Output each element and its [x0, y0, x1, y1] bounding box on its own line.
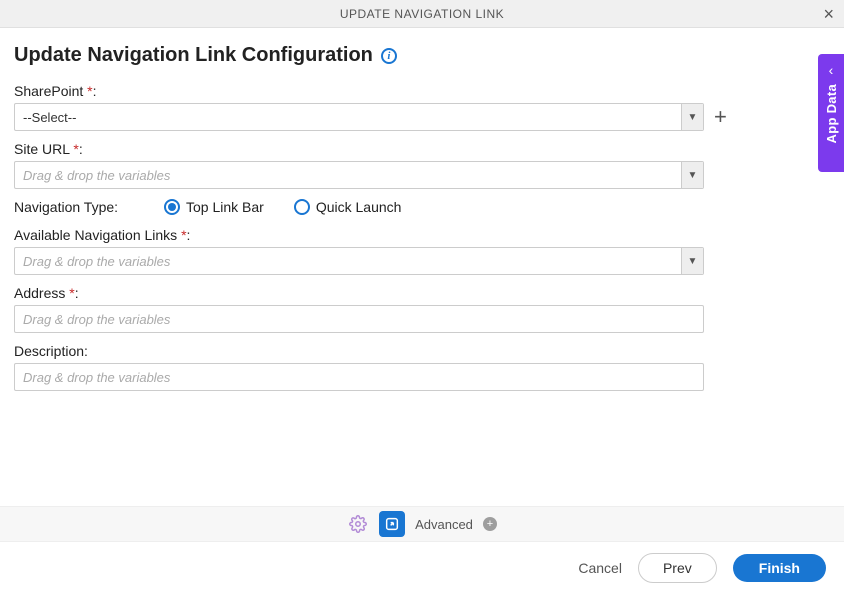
gear-icon[interactable] — [347, 513, 369, 535]
available-links-label: Available Navigation Links *: — [14, 227, 830, 243]
field-site-url: Site URL *: ▼ — [14, 141, 830, 189]
launch-icon[interactable] — [379, 511, 405, 537]
finish-button[interactable]: Finish — [733, 554, 826, 582]
bottom-toolbar: Advanced + — [0, 506, 844, 542]
sharepoint-select[interactable]: ▼ — [14, 103, 704, 131]
advanced-label: Advanced — [415, 517, 473, 532]
radio-label-quicklaunch: Quick Launch — [316, 199, 402, 215]
page-heading-row: Update Navigation Link Configuration i — [0, 28, 844, 73]
prev-button[interactable]: Prev — [638, 553, 717, 583]
chevron-left-icon: ‹ — [829, 62, 834, 78]
radio-icon — [294, 199, 310, 215]
radio-icon — [164, 199, 180, 215]
add-advanced-icon[interactable]: + — [483, 517, 497, 531]
field-sharepoint: SharePoint *: ▼ + — [14, 83, 830, 131]
address-label-text: Address — [14, 285, 65, 301]
close-icon[interactable]: × — [823, 5, 834, 23]
app-data-side-tab[interactable]: ‹ App Data — [818, 54, 844, 172]
label-colon: : — [79, 141, 83, 157]
radio-top-link-bar[interactable]: Top Link Bar — [164, 199, 264, 215]
sharepoint-label: SharePoint *: — [14, 83, 830, 99]
window-title: UPDATE NAVIGATION LINK — [340, 7, 504, 21]
radio-quick-launch[interactable]: Quick Launch — [294, 199, 402, 215]
field-address: Address *: — [14, 285, 830, 333]
navigation-type-label: Navigation Type: — [14, 199, 134, 215]
field-navigation-type: Navigation Type: Top Link Bar Quick Laun… — [14, 199, 830, 215]
available-links-input[interactable]: ▼ — [14, 247, 704, 275]
description-label: Description: — [14, 343, 830, 359]
page-title: Update Navigation Link Configuration — [14, 44, 373, 67]
address-field[interactable] — [14, 305, 704, 333]
form-area: SharePoint *: ▼ + Site URL *: ▼ Navigati… — [0, 73, 844, 391]
description-field[interactable] — [14, 363, 704, 391]
site-url-label-text: Site URL — [14, 141, 70, 157]
site-url-label: Site URL *: — [14, 141, 830, 157]
titlebar: UPDATE NAVIGATION LINK × — [0, 0, 844, 28]
site-url-field[interactable] — [15, 162, 681, 188]
cancel-button[interactable]: Cancel — [578, 560, 622, 576]
sharepoint-label-text: SharePoint — [14, 83, 83, 99]
add-sharepoint-button[interactable]: + — [714, 106, 727, 128]
site-url-input[interactable]: ▼ — [14, 161, 704, 189]
info-icon[interactable]: i — [381, 48, 397, 64]
radio-label-toplink: Top Link Bar — [186, 199, 264, 215]
available-links-label-text: Available Navigation Links — [14, 227, 177, 243]
label-colon: : — [187, 227, 191, 243]
available-links-field[interactable] — [15, 248, 681, 274]
chevron-down-icon[interactable]: ▼ — [681, 248, 703, 274]
side-tab-label: App Data — [824, 84, 839, 143]
label-colon: : — [93, 83, 97, 99]
sharepoint-select-input[interactable] — [15, 104, 681, 130]
address-label: Address *: — [14, 285, 830, 301]
chevron-down-icon[interactable]: ▼ — [681, 104, 703, 130]
chevron-down-icon[interactable]: ▼ — [681, 162, 703, 188]
label-colon: : — [75, 285, 79, 301]
footer: Cancel Prev Finish — [0, 542, 844, 594]
field-available-links: Available Navigation Links *: ▼ — [14, 227, 830, 275]
field-description: Description: — [14, 343, 830, 391]
